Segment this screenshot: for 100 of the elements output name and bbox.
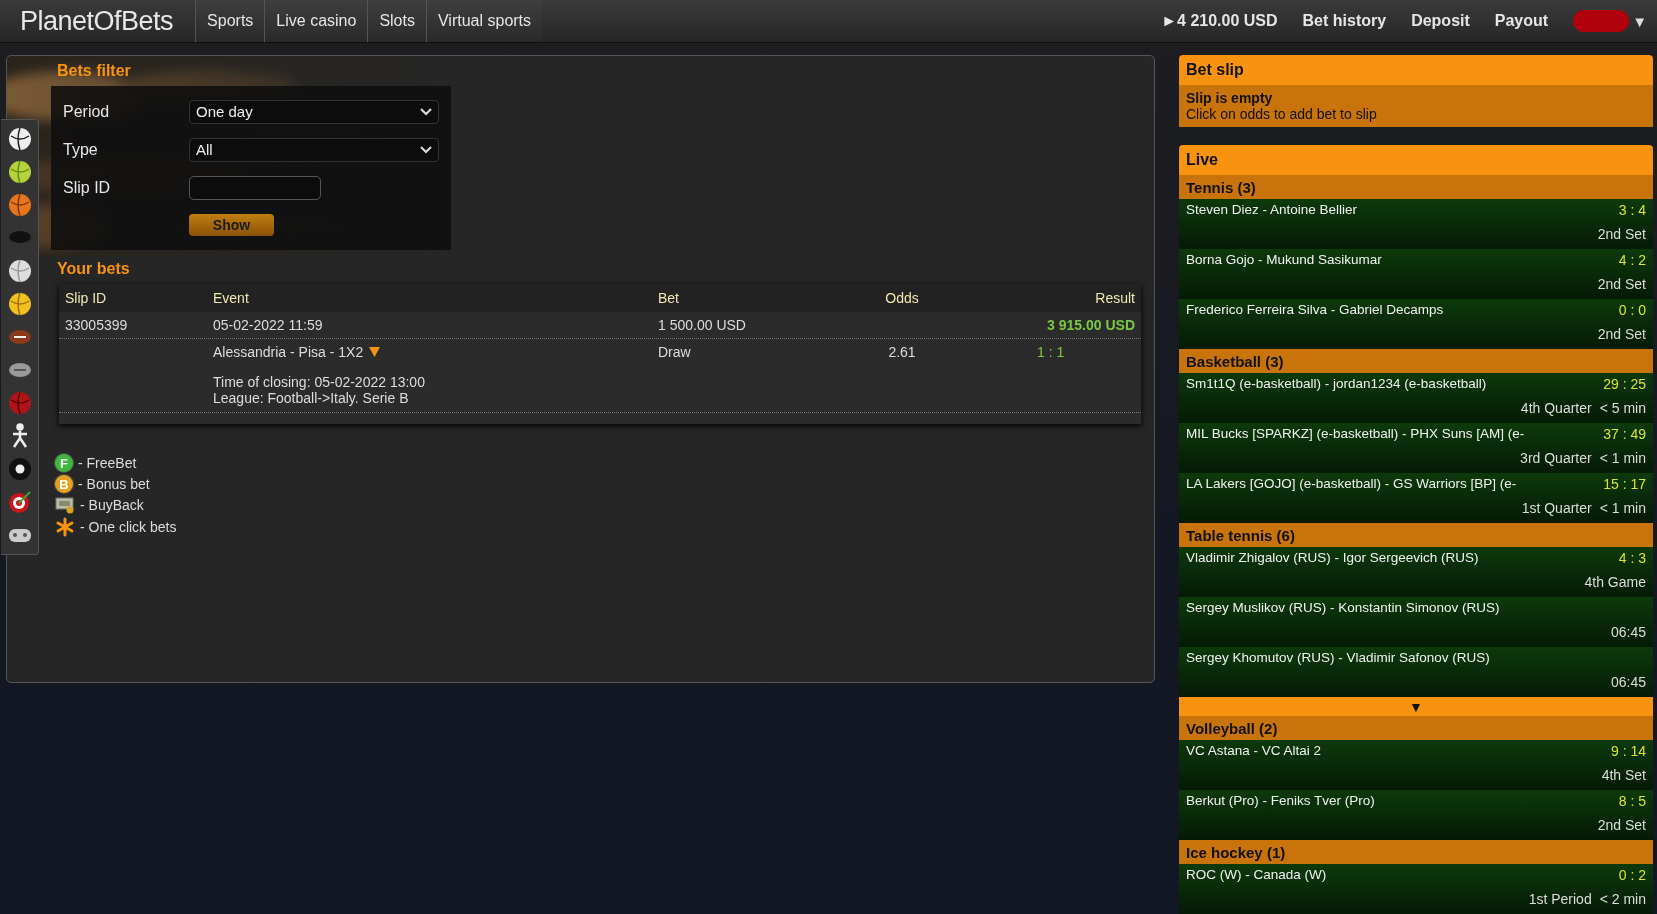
- match-row[interactable]: Berkut (Pro) - Feniks Tver (Pro) 8 : 5 2nd Set: [1179, 790, 1653, 840]
- slip-hint: Click on odds to add bet to slip: [1186, 106, 1378, 122]
- sport-header[interactable]: Volleyball (2): [1179, 716, 1653, 740]
- table-cell-text: 33005399: [64, 316, 129, 335]
- match-row[interactable]: ROC (W) - Canada (W) 0 : 2 1st Period < 2 min: [1179, 864, 1653, 914]
- header-link[interactable]: Payout: [1494, 12, 1549, 30]
- match-teams: Vladimir Zhigalov (RUS) - Igor Sergeevich (RUS): [1186, 550, 1480, 567]
- sport-header[interactable]: Tennis (3): [1179, 175, 1653, 199]
- table-cell-text: 3 915.00 USD: [1046, 316, 1136, 335]
- match-row[interactable]: VC Astana - VC Altai 2 9 : 14 4th Set: [1179, 740, 1653, 790]
- match-teams: Sergey Khomutov (RUS) - Vladimir Safonov (RUS): [1186, 650, 1491, 667]
- match-teams: Frederico Ferreira Silva - Gabriel Decamps: [1186, 302, 1445, 319]
- table-cell-text: 2.61: [887, 343, 917, 362]
- match-period: 1st Period: [1528, 891, 1592, 909]
- match-row[interactable]: Steven Diez - Antoine Bellier 3 : 4 2nd Set: [1179, 199, 1653, 249]
- logo[interactable]: PlanetOfBets: [0, 5, 196, 37]
- column-header: Slip ID: [64, 289, 108, 308]
- menu-caret[interactable]: ▼: [1632, 12, 1647, 30]
- nav-tab[interactable]: Virtual sports: [425, 0, 543, 42]
- letter-badge: B: [55, 475, 73, 493]
- tennis-ball-icon[interactable]: [6, 159, 33, 185]
- legend-label: - One click bets: [80, 519, 177, 535]
- panel-header: Live: [1179, 145, 1653, 175]
- match-row[interactable]: Frederico Ferreira Silva - Gabriel Decamps 0 : 0 2nd Set: [1179, 299, 1653, 349]
- slip-status: Slip is empty: [1186, 90, 1274, 106]
- asterisk-icon: [55, 517, 75, 537]
- column-header: Bet: [657, 289, 680, 308]
- closing-time: Time of closing: 05-02-2022 13:00: [213, 374, 426, 390]
- match-teams: MIL Bucks [SPARKZ] (e-basketball) - PHX Suns [AM] (e-: [1186, 426, 1526, 443]
- match-teams: Steven Diez - Antoine Bellier: [1186, 202, 1359, 219]
- triangle-down-icon: [369, 347, 381, 357]
- match-score: 1 : 1: [1036, 343, 1066, 362]
- match-period: 2nd Set: [1597, 817, 1646, 835]
- sport-header[interactable]: Table tennis (6): [1179, 523, 1653, 547]
- show-button[interactable]: Show: [189, 214, 274, 237]
- billiard-ball-icon[interactable]: [6, 456, 33, 482]
- match-row[interactable]: Vladimir Zhigalov (RUS) - Igor Sergeevich (RUS) 4 : 3 4th Game: [1179, 547, 1653, 597]
- match-period: 2nd Set: [1597, 276, 1646, 294]
- nav-tab[interactable]: Slots: [367, 0, 426, 42]
- match-time: < 5 min: [1599, 400, 1646, 418]
- match-row[interactable]: Sm1t1Q (e-basketball) - jordan1234 (e-basketball) 29 : 25 4th Quarter < 5 min: [1179, 373, 1653, 423]
- input-field[interactable]: [189, 176, 321, 201]
- match-period: 06:45: [1610, 674, 1646, 692]
- nav-tab[interactable]: Sports: [195, 0, 265, 42]
- match-period: 06:45: [1610, 624, 1646, 642]
- match-score: 29 : 25: [1603, 376, 1646, 394]
- match-period: 1st Quarter: [1521, 500, 1592, 518]
- expand-button[interactable]: ▼: [1179, 697, 1653, 716]
- dartboard-icon[interactable]: [6, 489, 33, 515]
- match-teams: Sergey Muslikov (RUS) - Konstantin Simonov (RUS): [1186, 600, 1501, 617]
- panel-header: Bet slip: [1179, 55, 1653, 85]
- legend-label: - FreeBet: [78, 455, 137, 471]
- match-teams: ROC (W) - Canada (W): [1186, 867, 1328, 884]
- column-header: Result: [1094, 289, 1136, 308]
- match-period: 4th Quarter: [1520, 400, 1592, 418]
- legend-label: - BuyBack: [80, 497, 144, 513]
- match-score: 15 : 17: [1603, 476, 1646, 494]
- nav-tab[interactable]: Live casino: [264, 0, 368, 42]
- match-score: 0 : 2: [1618, 867, 1646, 885]
- section-title: Bets filter: [56, 62, 132, 80]
- volleyball-icon[interactable]: [6, 258, 33, 284]
- match-score: 37 : 49: [1603, 426, 1646, 444]
- soccer-ball-icon[interactable]: [6, 126, 33, 152]
- event-name[interactable]: Alessandria - Pisa - 1X2: [213, 344, 646, 360]
- match-time: < 1 min: [1599, 450, 1646, 468]
- section-title: Your bets: [56, 260, 131, 278]
- chevron-down-icon: [420, 145, 432, 154]
- letter-badge: F: [55, 454, 73, 472]
- header-link[interactable]: Deposit: [1411, 12, 1470, 30]
- field-label: Slip ID: [63, 179, 112, 198]
- basketball-icon[interactable]: [6, 192, 33, 218]
- table-cell-text: 05-02-2022 11:59: [212, 316, 324, 335]
- balance[interactable]: ►4 210.00 USD: [1161, 12, 1278, 30]
- sport-header[interactable]: Basketball (3): [1179, 349, 1653, 373]
- match-row[interactable]: LA Lakers [GOJO] (e-basketball) - GS Warriors [BP] (e- 15 : 17 1st Quarter < 1 min: [1179, 473, 1653, 523]
- match-time: < 1 min: [1599, 500, 1646, 518]
- match-row[interactable]: Borna Gojo - Mukund Sasikumar 4 : 2 2nd Set: [1179, 249, 1653, 299]
- dropdown-field[interactable]: All: [189, 137, 439, 162]
- match-period: 4th Set: [1601, 767, 1646, 785]
- table-cell-text: Draw: [657, 343, 692, 362]
- sport-header[interactable]: Ice hockey (1): [1179, 840, 1653, 864]
- match-period: 3rd Quarter: [1520, 450, 1592, 468]
- header-link[interactable]: Bet history: [1302, 12, 1387, 30]
- match-teams: Sm1t1Q (e-basketball) - jordan1234 (e-basketball): [1186, 376, 1488, 393]
- match-teams: Borna Gojo - Mukund Sasikumar: [1186, 252, 1383, 269]
- match-row[interactable]: Sergey Khomutov (RUS) - Vladimir Safonov (RUS) 06:45: [1179, 647, 1653, 697]
- match-score: 3 : 4: [1618, 202, 1646, 220]
- match-score: 4 : 3: [1618, 550, 1646, 568]
- dropdown-field[interactable]: One day: [189, 99, 439, 124]
- match-score: 0 : 0: [1618, 302, 1646, 320]
- field-label: Period: [63, 102, 111, 121]
- table-cell-text: 1 500.00 USD: [657, 316, 747, 335]
- match-time: < 2 min: [1599, 891, 1646, 909]
- handball-icon[interactable]: [6, 291, 33, 317]
- match-row[interactable]: Sergey Muslikov (RUS) - Konstantin Simonov (RUS) 06:45: [1179, 597, 1653, 647]
- match-period: 2nd Set: [1597, 326, 1646, 344]
- match-score: 8 : 5: [1618, 793, 1646, 811]
- match-teams: Berkut (Pro) - Feniks Tver (Pro): [1186, 793, 1376, 810]
- match-row[interactable]: MIL Bucks [SPARKZ] (e-basketball) - PHX Suns [AM] (e- 37 : 49 3rd Quarter < 1 min: [1179, 423, 1653, 473]
- match-period: 2nd Set: [1597, 226, 1646, 244]
